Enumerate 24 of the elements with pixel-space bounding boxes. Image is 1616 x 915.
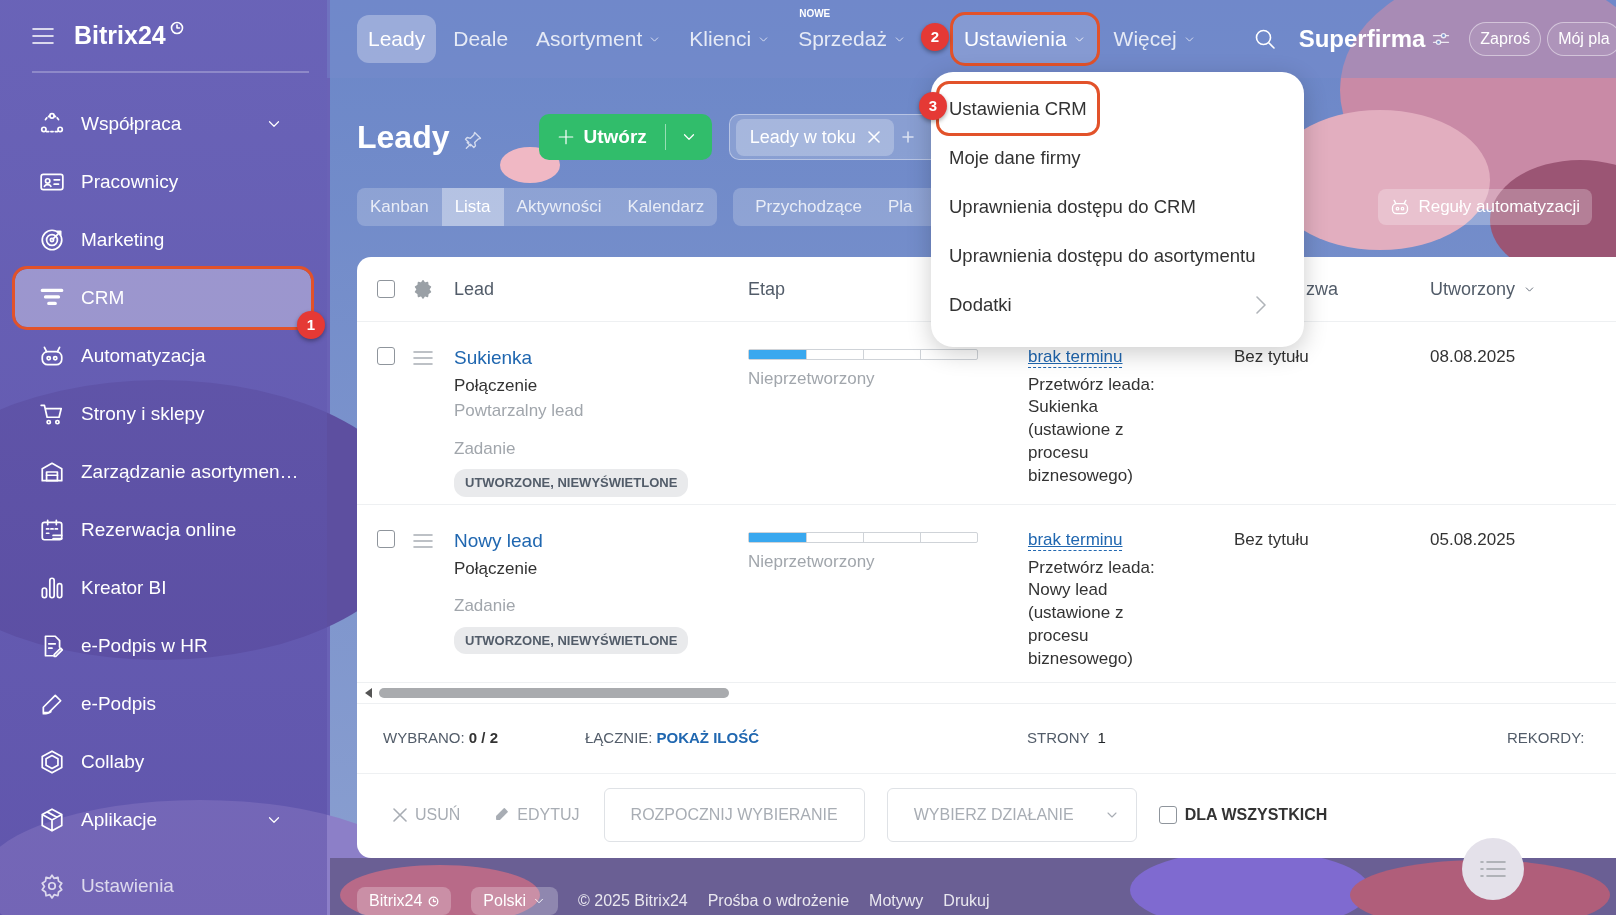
pages-label: STRONY xyxy=(1027,728,1090,749)
activity-type: Zadanie xyxy=(454,437,516,460)
activity-text: Przetwórz leada: Nowy lead (ustawione z procesu biznesowego) xyxy=(1028,556,1156,671)
lead-source: Połączenie xyxy=(454,374,538,397)
stage-name: Nieprzetworzony xyxy=(748,368,876,390)
total-label: ŁĄCZNIE: xyxy=(585,728,653,749)
lead-note: Powtarzalny lead xyxy=(454,400,584,422)
table-cell-text: Bez tytułu xyxy=(1234,529,1310,551)
table-cell-text: Bez tytułu xyxy=(1234,346,1310,368)
new-label: NOWE xyxy=(799,7,831,22)
step-number: 3 xyxy=(919,92,947,120)
logo: Bitrix24 xyxy=(74,19,166,51)
activity-text: Przetwórz leada: Sukienka (ustawione z procesu biznesowego) xyxy=(1028,373,1156,488)
page-title: Leady xyxy=(357,117,450,157)
table-cell-text: 05.08.2025 xyxy=(1430,529,1517,551)
lead-source: Połączenie xyxy=(454,557,538,580)
table-cell-text: 08.08.2025 xyxy=(1430,346,1517,368)
activity-type: Zadanie xyxy=(454,595,516,617)
stage-name: Nieprzetworzony xyxy=(748,551,876,573)
company-name: Superfirma xyxy=(1298,24,1426,54)
status-badge: UTWORZONE, NIEWYŚWIETLONE xyxy=(454,626,689,654)
status-badge: UTWORZONE, NIEWYŚWIETLONE xyxy=(454,469,689,497)
selected-count: WYBRANO: 0 / 2 xyxy=(383,728,500,749)
records-label: REKORDY: xyxy=(1507,728,1585,749)
